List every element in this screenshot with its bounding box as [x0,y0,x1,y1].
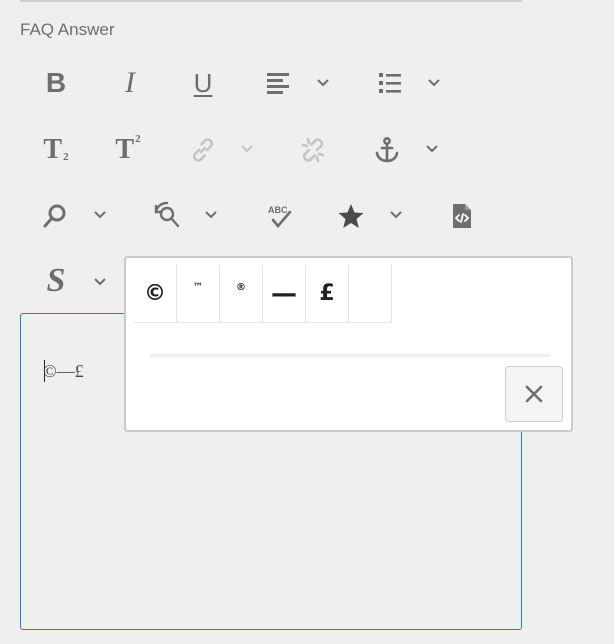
chevron-down-icon [241,145,253,153]
underline-button[interactable]: U [186,66,220,100]
close-button[interactable] [505,366,563,422]
bold-button[interactable]: B [40,66,72,100]
field-label: FAQ Answer [20,20,115,39]
find-replace-button[interactable] [150,200,184,232]
link-icon [192,138,214,162]
top-divider [20,0,522,2]
anchor-icon [375,137,399,163]
list-dropdown-button[interactable] [427,78,441,88]
align-button[interactable] [262,68,294,98]
unlink-icon [301,137,325,163]
chevron-down-icon [390,211,402,219]
list-icon [379,73,401,93]
chevron-down-icon [94,278,106,286]
char-copyright[interactable]: © [134,265,177,323]
chevron-down-icon [205,211,217,219]
special-characters-dropdown-button[interactable] [389,210,403,220]
spellcheck-icon: ABC [268,205,292,229]
superscript-button[interactable]: T2 [110,132,146,168]
list-button[interactable] [374,68,406,98]
link-button[interactable] [186,134,220,166]
styles-button[interactable]: S [40,262,72,300]
close-icon [525,385,543,403]
anchor-dropdown-button[interactable] [425,144,439,154]
char-registered[interactable]: ® [220,265,263,323]
popup-divider [150,354,550,357]
chevron-down-icon [426,145,438,153]
link-dropdown-button[interactable] [240,144,254,154]
find-button[interactable] [38,200,72,232]
find-dropdown-button[interactable] [93,210,107,220]
special-characters-popup: © ™ ® — £ [124,256,573,432]
align-icon [267,73,289,94]
subscript-letter: T [43,134,63,165]
superscript-digit: 2 [135,133,141,145]
find-replace-dropdown-button[interactable] [204,210,218,220]
styles-dropdown-button[interactable] [93,277,107,287]
align-dropdown-button[interactable] [316,78,330,88]
italic-button[interactable]: I [114,66,146,100]
superscript-letter: T [115,134,135,165]
star-icon [338,204,364,228]
spellcheck-button[interactable]: ABC [262,200,296,232]
unlink-button[interactable] [296,134,330,166]
char-trademark[interactable]: ™ [177,265,220,323]
find-replace-icon [154,201,180,228]
char-pound[interactable]: £ [306,265,349,323]
find-icon [43,204,66,228]
spellcheck-label: ABC [268,205,288,215]
chevron-down-icon [317,79,329,87]
subscript-button[interactable]: T2 [38,132,74,168]
editor-content[interactable]: ©—£ [43,361,84,382]
chevron-down-icon [94,211,106,219]
special-characters-button[interactable] [334,200,368,232]
source-code-button[interactable] [446,200,478,232]
source-code-icon [453,204,471,228]
char-em-dash[interactable]: — [263,265,306,323]
chevron-down-icon [428,79,440,87]
char-empty-slot[interactable] [349,265,392,323]
anchor-button[interactable] [370,134,404,166]
subscript-digit: 2 [63,151,69,163]
special-characters-grid: © ™ ® — £ [134,265,392,323]
